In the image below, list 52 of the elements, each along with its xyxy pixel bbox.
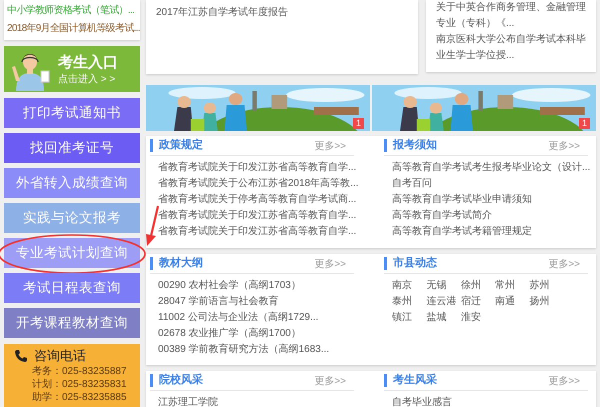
- news-link[interactable]: 02678 农业推广学（高纲1700）: [158, 326, 354, 342]
- city-link[interactable]: 常州: [495, 278, 530, 294]
- city-link[interactable]: 镇江: [392, 310, 426, 326]
- news-link[interactable]: 高等教育自学考试毕业申请须知: [392, 192, 588, 208]
- entry-subtitle: 点击进入 > >: [58, 72, 116, 86]
- city-link[interactable]: 徐州: [460, 278, 496, 294]
- annotation-arrow: [146, 206, 160, 246]
- phone-number: 考务：025-83235887: [31, 365, 128, 378]
- news-link[interactable]: 关于中英合作商务管理、金融管理专业（专科）《...: [436, 0, 586, 32]
- city-link[interactable]: 扬州: [530, 294, 564, 310]
- news-link[interactable]: 省教育考试院关于印发江苏省高等教育自学...: [158, 224, 354, 240]
- news-link[interactable]: 28047 学前语言与社会教育: [158, 294, 354, 310]
- city-link[interactable]: 连云港: [426, 294, 461, 310]
- menu-button[interactable]: 找回准考证号: [4, 133, 140, 163]
- news-link[interactable]: 自考毕业感言: [392, 395, 588, 407]
- menu-button[interactable]: 打印考试通知书: [4, 98, 140, 128]
- news-link[interactable]: 高等教育自学考试考籍管理规定: [392, 224, 588, 240]
- badge: 1: [352, 118, 364, 129]
- badge: 1: [578, 118, 590, 129]
- city-link[interactable]: 无锡: [426, 278, 461, 294]
- news-link[interactable]: 高等教育自学考试考生报考毕业论文（设计...: [392, 160, 588, 176]
- news-link[interactable]: 00389 学前教育研究方法（高纲1683...: [158, 342, 354, 358]
- city-link[interactable]: 泰州: [392, 294, 426, 310]
- section-title: 教材大纲: [150, 257, 203, 270]
- news-link[interactable]: 江苏理工学院: [158, 395, 354, 407]
- news-link[interactable]: 00290 农村社会学（高纲1703）: [158, 278, 354, 294]
- news-link[interactable]: 高等教育自学考试简介: [392, 208, 588, 224]
- news-link[interactable]: 省教育考试院关于印发江苏省高等教育自学...: [158, 160, 354, 176]
- phone-icon: [14, 349, 28, 363]
- contact-title: 咨询电话: [34, 348, 86, 364]
- news-link[interactable]: 11002 公司法与企业法（高纲1729...: [158, 310, 354, 326]
- phone-number: 助学：025-83235885: [31, 391, 128, 404]
- city-link[interactable]: 宿迁: [460, 294, 496, 310]
- section-title: 市县动态: [384, 257, 437, 270]
- city-link[interactable]: 苏州: [530, 278, 564, 294]
- news-link[interactable]: 2017年江苏自学考试年度报告: [156, 6, 408, 20]
- section-title: 考生风采: [384, 374, 437, 387]
- city-link[interactable]: 南京: [392, 278, 426, 294]
- city-link[interactable]: 淮安: [460, 310, 496, 326]
- news-link[interactable]: 南京医科大学公布自学考试本科毕业生学士学位授...: [436, 32, 586, 64]
- news-link[interactable]: 省教育考试院关于停考高等教育自学考试商...: [158, 192, 354, 208]
- news-link[interactable]: 自考百问: [392, 176, 588, 192]
- city-link[interactable]: 盐城: [426, 310, 461, 326]
- news-link[interactable]: 省教育考试院关于印发江苏省高等教育自学...: [158, 208, 354, 224]
- section-title: 院校风采: [150, 374, 203, 387]
- section-title: 政策规定: [150, 139, 203, 152]
- section-title: 报考须知: [384, 139, 437, 152]
- menu-button[interactable]: 开考课程教材查询: [4, 308, 140, 338]
- phone-number: 计划：025-83235831: [31, 378, 128, 391]
- notice-link[interactable]: 2018年9月全国计算机等级考试...: [7, 21, 140, 36]
- entry-title: 考生入口: [58, 52, 118, 72]
- city-link[interactable]: 南通: [495, 294, 530, 310]
